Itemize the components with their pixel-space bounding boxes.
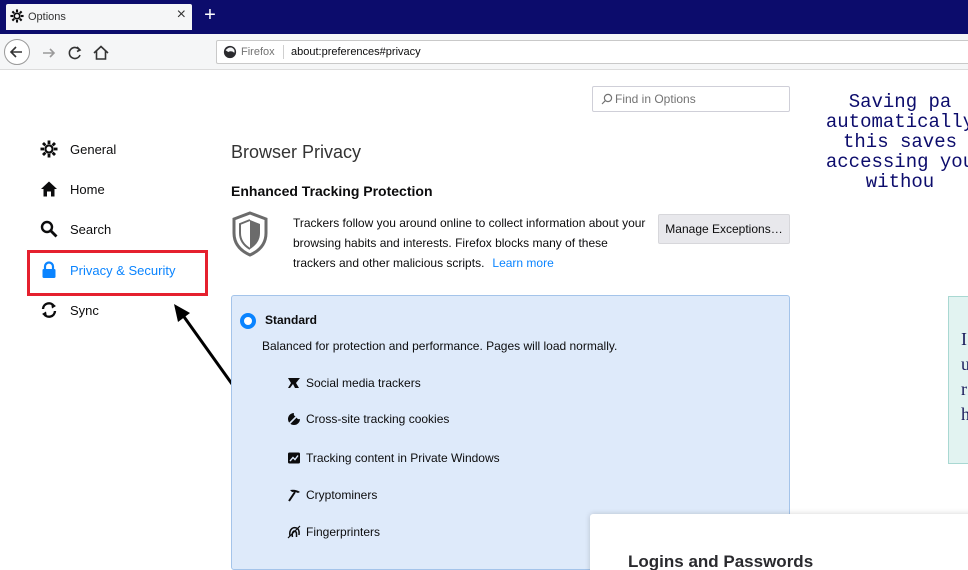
- etp-title: Enhanced Tracking Protection: [231, 183, 433, 199]
- sidebar-item-label: General: [70, 142, 117, 157]
- forward-icon[interactable]: [38, 42, 60, 64]
- sidebar-item-label: Home: [70, 182, 105, 197]
- learn-more-link[interactable]: Learn more: [492, 256, 553, 270]
- tip-line: r: [961, 379, 967, 399]
- firefox-icon: [223, 45, 237, 59]
- page-title: Browser Privacy: [231, 142, 362, 162]
- tracker-label: Cross-site tracking cookies: [306, 412, 450, 426]
- tip-text: I u r h: [961, 327, 968, 427]
- logins-card: Logins and Passwords: [590, 514, 968, 570]
- cookie-icon: [287, 412, 301, 426]
- home-icon: [41, 181, 57, 197]
- navigation-bar: Firefox about:preferences#privacy: [0, 34, 968, 70]
- new-tab-button[interactable]: +: [200, 4, 220, 26]
- tracker-label: Social media trackers: [306, 376, 421, 390]
- cryptominer-icon: [288, 489, 300, 502]
- tip-line: h: [961, 404, 968, 424]
- standard-label: Standard: [265, 313, 318, 327]
- etp-description-block: Trackers follow you around online to col…: [293, 213, 653, 273]
- home-icon[interactable]: [90, 42, 112, 64]
- social-tracker-icon: [288, 378, 300, 388]
- standard-radio[interactable]: [240, 313, 256, 329]
- reload-icon[interactable]: [64, 42, 86, 64]
- sidebar-item-label: Sync: [70, 303, 99, 318]
- standard-description: Balanced for protection and performance.…: [262, 339, 618, 353]
- tutorial-line: accessing you: [825, 151, 968, 173]
- close-icon[interactable]: ×: [177, 6, 186, 24]
- shield-icon: [232, 211, 268, 257]
- search-icon: [40, 220, 58, 238]
- tracking-content-icon: [288, 452, 300, 464]
- tip-line: I: [961, 329, 967, 349]
- tutorial-line: Saving pa: [848, 91, 952, 113]
- highlight-box: [27, 250, 208, 296]
- gear-icon: [40, 140, 58, 158]
- tutorial-line: automatically: [825, 111, 968, 133]
- tab-bar: Options × +: [0, 0, 968, 34]
- find-input[interactable]: [615, 90, 783, 108]
- tip-line: u: [961, 354, 968, 374]
- sidebar-item-label: Search: [70, 222, 112, 237]
- back-arrow-icon: [9, 46, 22, 58]
- tab-title: Options: [28, 11, 66, 23]
- url-bar[interactable]: Firefox about:preferences#privacy: [216, 40, 968, 64]
- tracker-label: Cryptominers: [306, 488, 378, 502]
- tutorial-caption: Saving pa automatically this saves acces…: [770, 92, 968, 192]
- fingerprinter-icon: [287, 525, 301, 539]
- gear-icon: [10, 9, 24, 23]
- find-in-options[interactable]: [592, 86, 790, 112]
- tab-options[interactable]: Options ×: [6, 4, 192, 30]
- url-text[interactable]: about:preferences#privacy: [291, 46, 421, 58]
- tutorial-line: withou: [865, 171, 935, 193]
- url-separator: [283, 45, 284, 59]
- back-button[interactable]: [4, 39, 30, 65]
- identity-label: Firefox: [241, 46, 275, 58]
- search-icon: [601, 93, 613, 105]
- sync-icon: [41, 302, 57, 318]
- etp-description: Trackers follow you around online to col…: [293, 216, 646, 270]
- manage-exceptions-button[interactable]: Manage Exceptions…: [658, 214, 790, 244]
- tracker-label: Fingerprinters: [306, 525, 381, 539]
- tracker-label: Tracking content in Private Windows: [306, 451, 500, 465]
- logins-title: Logins and Passwords: [628, 552, 814, 570]
- tutorial-line: this saves: [842, 131, 958, 153]
